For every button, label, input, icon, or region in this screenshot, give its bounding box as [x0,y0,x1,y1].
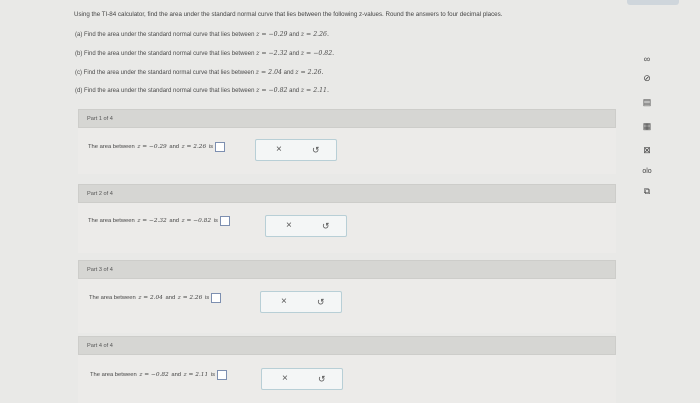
no-sign-icon[interactable]: ⊘ [641,72,653,84]
question-c: (c) Find the area under the standard nor… [75,69,324,76]
part-1-button-panel: × ↺ [255,139,337,161]
clear-button[interactable]: × [281,296,287,307]
part-4-statement: The area between z = −0.82 and z = 2.11 … [90,370,227,380]
part-1-statement: The area between z = −0.29 and z = 2.26 … [88,142,225,152]
part-2-answer-input[interactable] [219,216,230,226]
clear-button[interactable]: × [276,144,282,155]
part-1-body: The area between z = −0.29 and z = 2.26 … [78,128,616,174]
reset-button[interactable]: ↺ [312,145,320,156]
part-title: Part 4 of 4 [87,343,113,349]
infinity-icon[interactable]: ∞ [641,53,653,65]
part-3-button-panel: × ↺ [260,291,342,313]
part-4-header: Part 4 of 4 [78,336,616,355]
part-title: Part 3 of 4 [87,267,113,273]
reset-button[interactable]: ↺ [317,297,325,308]
part-title: Part 2 of 4 [87,191,113,197]
part-title: Part 1 of 4 [87,116,113,122]
part-4-body: The area between z = −0.82 and z = 2.11 … [78,355,616,403]
part-2-statement: The area between z = −2.32 and z = −0.82… [88,216,230,226]
copy-icon[interactable]: ⧉ [641,185,653,197]
question-a: (a) Find the area under the standard nor… [75,31,329,38]
part-3-header: Part 3 of 4 [78,260,616,279]
part-2-header: Part 2 of 4 [78,184,616,203]
part-2-button-panel: × ↺ [265,215,347,237]
part-4-button-panel: × ↺ [261,368,343,390]
page: Using the TI-84 calculator, find the are… [0,0,700,403]
part-3-statement: The area between z = 2.04 and z = 2.26 i… [89,293,222,303]
tool-rail: ∞ ⊘ ▤ ▦ ⊠ olo ⧉ [634,0,664,403]
clear-button[interactable]: × [282,373,288,384]
clear-button[interactable]: × [286,220,292,231]
part-3-answer-input[interactable] [211,293,222,303]
worksheet-icon[interactable]: ▤ [641,96,653,108]
part-2-body: The area between z = −2.32 and z = −0.82… [78,203,616,253]
part-3-body: The area between z = 2.04 and z = 2.26 i… [78,279,616,333]
part-1-header: Part 1 of 4 [78,109,616,128]
question-b: (b) Find the area under the standard nor… [75,50,335,57]
data-icon[interactable]: olo [641,166,653,178]
calculator-icon[interactable]: ▦ [641,120,653,132]
instructions: Using the TI-84 calculator, find the are… [74,11,503,18]
part-4-answer-input[interactable] [216,370,227,380]
reset-button[interactable]: ↺ [322,221,330,232]
reset-button[interactable]: ↺ [318,374,326,385]
question-d: (d) Find the area under the standard nor… [75,87,329,94]
mail-icon[interactable]: ⊠ [641,144,653,156]
part-1-answer-input[interactable] [214,142,225,152]
